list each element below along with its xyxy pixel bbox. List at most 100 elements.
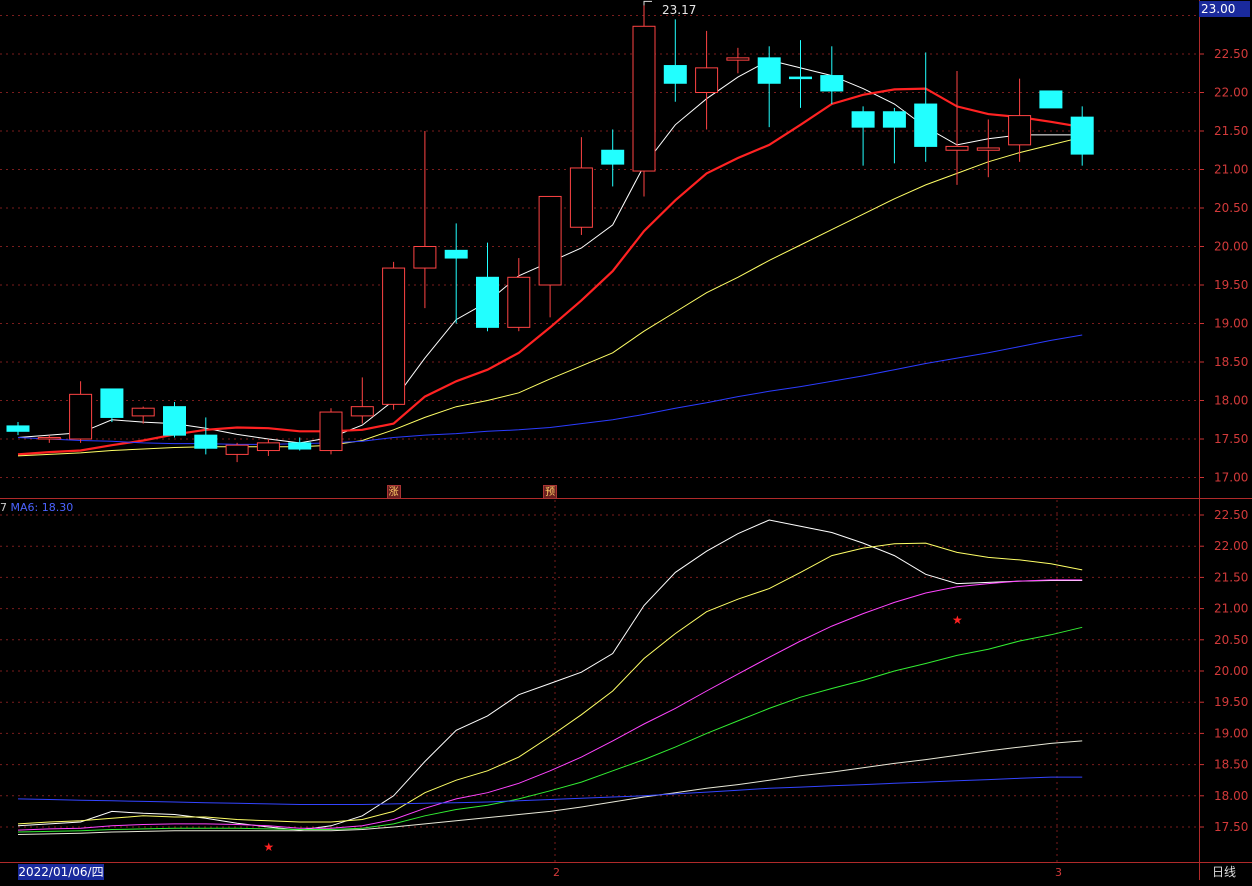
candle-body: [131, 407, 155, 417]
signal-star: ★: [263, 840, 274, 854]
candle: [476, 242, 499, 332]
indicator-series: ★★: [17, 519, 1083, 854]
signal-badge: 涨: [386, 485, 401, 499]
candle-body: [194, 434, 218, 449]
candle-body: [663, 65, 687, 84]
candle: [914, 52, 938, 162]
chart-frame: [0, 0, 1252, 880]
candle-body: [413, 246, 437, 269]
candle: [194, 417, 218, 455]
lower-y-tick: 22.50: [1214, 508, 1248, 522]
candle-body: [319, 411, 343, 452]
upper-y-tick: 19.00: [1214, 317, 1248, 331]
candle-body: [225, 444, 249, 455]
ma6-prefix: 7: [0, 501, 11, 514]
candle: [319, 408, 343, 455]
high-price-label: 23.17: [662, 3, 697, 17]
period-selector[interactable]: 日线: [1212, 863, 1236, 880]
candle-body: [444, 249, 468, 259]
candle: [1070, 106, 1094, 166]
candle-body: [632, 25, 656, 172]
candle-body: [695, 67, 719, 93]
indicator-line-3: [17, 626, 1083, 833]
candle: [726, 47, 750, 74]
current-price-tag: 23.00: [1199, 1, 1250, 17]
candle: [1039, 90, 1063, 109]
candle: [789, 40, 812, 108]
candle-body: [163, 406, 186, 436]
candle-body: [256, 442, 280, 452]
candle-body: [882, 111, 906, 128]
candle-body: [288, 442, 312, 450]
candle: [601, 129, 625, 187]
candle: [851, 106, 875, 166]
high-marker: [643, 0, 652, 6]
candle: [6, 422, 30, 436]
candle: [976, 119, 1000, 178]
upper-y-tick: 21.00: [1214, 163, 1248, 177]
ma6-readout: 7 MA6: 18.30: [0, 501, 73, 514]
indicator-line-0: [17, 519, 1083, 831]
candle: [413, 131, 437, 309]
candle: [569, 137, 593, 235]
candle: [507, 258, 531, 332]
lower-y-tick: 19.50: [1214, 695, 1248, 709]
lower-y-tick: 18.00: [1214, 789, 1248, 803]
candle: [632, 2, 656, 197]
candle: [382, 261, 406, 410]
candle-body: [757, 57, 781, 84]
candle: [163, 402, 186, 438]
candle: [444, 223, 468, 324]
candle-body: [914, 103, 938, 147]
candle-body: [1070, 116, 1094, 155]
upper-y-tick: 17.00: [1214, 471, 1248, 485]
candle: [1008, 78, 1032, 162]
candle-body: [100, 388, 124, 418]
x-tick-month-2: 2: [553, 866, 560, 879]
candle-body: [476, 276, 499, 328]
upper-y-tick: 20.00: [1214, 240, 1248, 254]
price-axis: 22.50 22.00 21.50 21.00 20.50 20.00 19.50 19.00…: [1199, 15, 1248, 834]
candle-body: [382, 267, 406, 405]
candle: [69, 381, 93, 443]
candle-body: [1008, 115, 1032, 146]
candle: [945, 70, 969, 185]
candlestick-series: [6, 2, 1094, 463]
upper-y-tick: 22.00: [1214, 86, 1248, 100]
upper-y-tick: 21.50: [1214, 124, 1248, 138]
candle-body: [37, 436, 61, 440]
indicator-line-2: [17, 579, 1083, 831]
candle-body: [601, 149, 625, 165]
candle-body: [1039, 90, 1063, 109]
candle: [256, 439, 280, 456]
candle: [225, 442, 249, 463]
candle-body: [976, 147, 1000, 151]
candle-body: [945, 145, 969, 151]
candle: [100, 388, 124, 423]
lower-y-tick: 20.50: [1214, 633, 1248, 647]
candle-body: [820, 75, 844, 92]
candle: [757, 46, 781, 128]
cursor-date-label: 2022/01/06/四: [18, 864, 104, 880]
lower-y-tick: 18.50: [1214, 758, 1248, 772]
candle: [882, 107, 906, 164]
candle-body: [789, 76, 812, 80]
candle: [37, 435, 61, 443]
x-tick-month-3: 3: [1055, 866, 1062, 879]
lower-y-tick: 22.00: [1214, 539, 1248, 553]
upper-y-tick: 17.50: [1214, 432, 1248, 446]
candle-body: [69, 393, 93, 440]
lower-y-tick: 19.00: [1214, 726, 1248, 740]
candle-body: [851, 111, 875, 128]
candle: [538, 195, 562, 318]
candle-body: [6, 425, 30, 432]
indicator-line-4: [17, 740, 1083, 835]
candle-body: [350, 406, 374, 417]
candle-body: [507, 276, 531, 328]
upper-y-tick: 18.50: [1214, 355, 1248, 369]
upper-y-tick: 22.50: [1214, 47, 1248, 61]
chart-canvas: ★★ 22.5022.0021.5021.0020.5020.0019.5019…: [0, 0, 1252, 880]
signal-star: ★: [952, 613, 963, 627]
lower-y-tick: 17.50: [1214, 820, 1248, 834]
candle: [663, 19, 687, 102]
